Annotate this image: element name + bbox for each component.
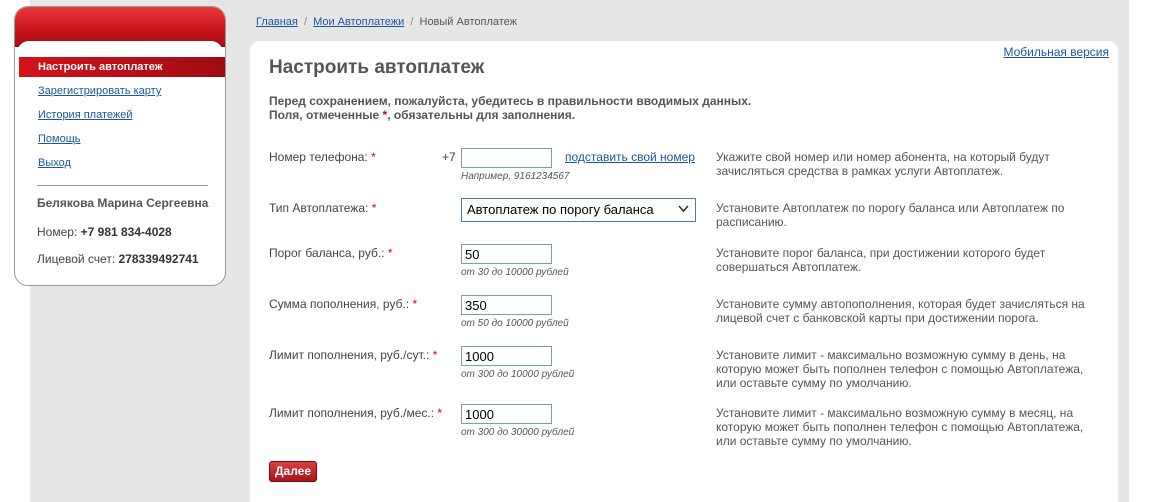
- next-button[interactable]: Далее: [269, 461, 317, 482]
- sidebar-item-setup-autopayment[interactable]: Настроить автоплатеж: [19, 57, 225, 77]
- breadcrumb: Главная / Мои Автоплатежи / Новый Автопл…: [256, 16, 517, 28]
- sidebar: Настроить автоплатеж Зарегистрировать ка…: [14, 6, 226, 286]
- phone-prefix: +7: [442, 150, 456, 164]
- amount-label-text: Сумма пополнения, руб.:: [269, 297, 410, 311]
- sidebar-item-label[interactable]: История платежей: [19, 105, 133, 125]
- type-description: Установите Автоплатеж по порогу баланса …: [716, 201, 1065, 229]
- breadcrumb-home-link[interactable]: Главная: [256, 16, 298, 28]
- daily-limit-input[interactable]: [461, 346, 552, 366]
- select-value: Автоплатеж по порогу баланса: [467, 202, 654, 217]
- threshold-label: Порог баланса, руб.: *: [269, 246, 393, 260]
- breadcrumb-separator: /: [303, 16, 307, 28]
- breadcrumb-autopayments-link[interactable]: Мои Автоплатежи: [313, 16, 404, 28]
- user-account-value: 278339492741: [118, 252, 199, 266]
- mobile-version-link[interactable]: Мобильная версия: [1003, 45, 1109, 59]
- notice-text: Поля, отмеченные: [269, 108, 383, 122]
- required-star: *: [371, 150, 376, 164]
- notice-text: , обязательны для заполнения.: [387, 108, 576, 122]
- notice-line-2: Поля, отмеченные *, обязательны для запо…: [269, 108, 751, 122]
- sidebar-body: Настроить автоплатеж Зарегистрировать ка…: [17, 41, 225, 283]
- daily-limit-description: Установите лимит - максимально возможную…: [716, 348, 1084, 390]
- sidebar-item-label[interactable]: Зарегистрировать карту: [19, 81, 161, 101]
- main-panel: Мобильная версия Настроить автоплатеж Пе…: [250, 41, 1118, 502]
- daily-limit-label: Лимит пополнения, руб./сут.: *: [269, 348, 437, 362]
- sidebar-item-label[interactable]: Помощь: [19, 129, 81, 149]
- phone-label: Номер телефона: *: [269, 150, 376, 164]
- type-label: Тип Автоплатежа: *: [269, 201, 376, 215]
- phone-hint: Например, 9161234567: [461, 171, 570, 182]
- threshold-input[interactable]: [461, 244, 552, 264]
- amount-label: Сумма пополнения, руб.: *: [269, 297, 417, 311]
- user-number: Номер: +7 981 834-4028: [37, 225, 172, 239]
- sidebar-item-logout[interactable]: Выход: [19, 153, 225, 177]
- sidebar-menu: Настроить автоплатеж Зарегистрировать ка…: [19, 57, 225, 177]
- user-number-label: Номер:: [37, 225, 78, 239]
- sidebar-item-payment-history[interactable]: История платежей: [19, 105, 225, 129]
- insert-own-number-link[interactable]: подставить свой номер: [565, 150, 695, 164]
- autopayment-type-select[interactable]: Автоплатеж по порогу баланса: [461, 198, 696, 222]
- user-number-value: +7 981 834-4028: [80, 225, 172, 239]
- daily-limit-hint: от 300 до 10000 рублей: [461, 369, 575, 380]
- form-notice: Перед сохранением, пожалуйста, убедитесь…: [269, 94, 751, 122]
- required-star: *: [412, 297, 418, 311]
- sidebar-item-label: Настроить автоплатеж: [38, 61, 163, 73]
- breadcrumb-separator: /: [410, 16, 414, 28]
- required-star: *: [371, 201, 377, 215]
- breadcrumb-current: Новый Автоплатеж: [419, 16, 518, 28]
- sidebar-divider: [37, 185, 208, 186]
- user-account-label: Лицевой счет:: [37, 252, 116, 266]
- threshold-hint: от 30 до 10000 рублей: [461, 267, 569, 278]
- phone-label-text: Номер телефона:: [269, 150, 368, 164]
- monthly-limit-hint: от 300 до 30000 рублей: [461, 427, 575, 438]
- amount-input[interactable]: [461, 295, 552, 315]
- required-star: *: [437, 406, 443, 420]
- notice-line-1: Перед сохранением, пожалуйста, убедитесь…: [269, 94, 752, 108]
- phone-description: Укажите свой номер или номер абонента, н…: [716, 150, 1050, 178]
- amount-description: Установите сумму автопополнения, которая…: [716, 297, 1085, 325]
- page-title: Настроить автоплатеж: [269, 57, 485, 78]
- monthly-limit-input[interactable]: [461, 404, 552, 424]
- sidebar-item-label[interactable]: Выход: [19, 153, 71, 173]
- threshold-description: Установите порог баланса, при достижении…: [716, 246, 1046, 274]
- user-name: Белякова Марина Сергеевна: [37, 196, 209, 210]
- required-star: *: [432, 348, 438, 362]
- amount-hint: от 50 до 10000 рублей: [461, 318, 569, 329]
- threshold-label-text: Порог баланса, руб.:: [269, 246, 385, 260]
- monthly-limit-description: Установите лимит - максимально возможную…: [716, 406, 1084, 448]
- chevron-down-icon: [678, 202, 689, 217]
- sidebar-item-help[interactable]: Помощь: [19, 129, 225, 153]
- type-label-text: Тип Автоплатежа:: [269, 201, 369, 215]
- daily-limit-label-text: Лимит пополнения, руб./сут.:: [269, 348, 430, 362]
- user-account: Лицевой счет: 278339492741: [37, 252, 199, 266]
- sidebar-item-register-card[interactable]: Зарегистрировать карту: [19, 81, 225, 105]
- phone-input[interactable]: [461, 148, 552, 168]
- monthly-limit-label: Лимит пополнения, руб./мес.: *: [269, 406, 442, 420]
- monthly-limit-label-text: Лимит пополнения, руб./мес.:: [269, 406, 435, 420]
- required-star: *: [387, 246, 393, 260]
